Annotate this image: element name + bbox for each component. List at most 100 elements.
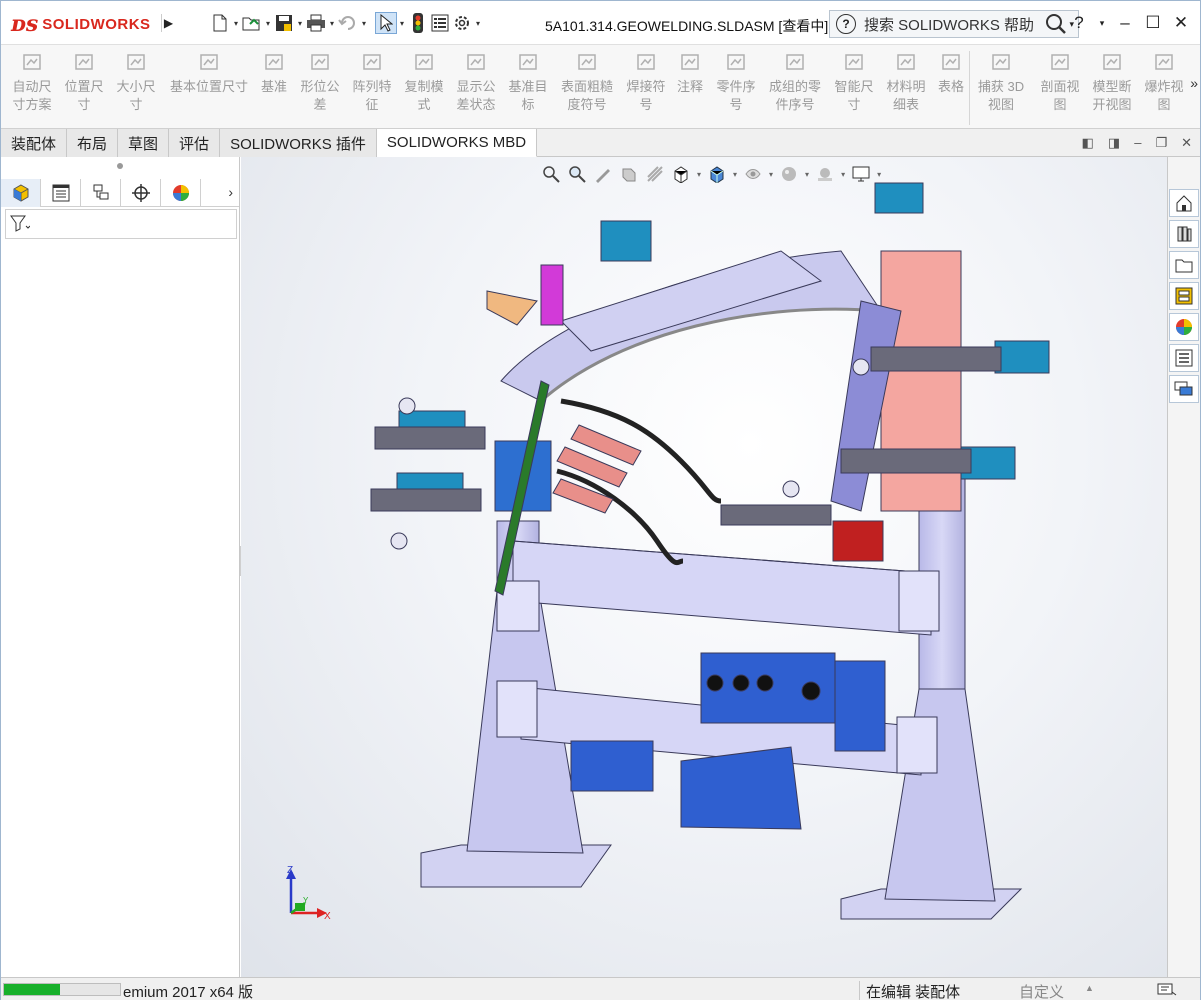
solidworks-logo[interactable]: ᴅs SOLIDWORKS [11, 8, 159, 40]
filter-icon[interactable] [10, 215, 30, 233]
tab-5[interactable]: SOLIDWORKS MBD [376, 129, 538, 157]
ribbon-section-view-button[interactable]: 剖面视图 [1037, 51, 1083, 114]
options-dropdown[interactable]: ▾ [473, 19, 483, 28]
help-dropdown[interactable]: ▾ [1098, 18, 1106, 29]
minimize-button[interactable]: – [1116, 13, 1134, 33]
property-manager-icon[interactable] [41, 179, 81, 207]
ribbon-auto-dimension-button[interactable]: 自动尺 寸方案 [9, 51, 55, 114]
size-dimension-icon [127, 54, 145, 70]
undo-icon[interactable] [337, 12, 359, 34]
graphics-area[interactable]: ▾ ▾ ▾ ▾ ▾ ▾ Z X Y [241, 157, 1167, 977]
ribbon-label-line1: 注释 [676, 79, 703, 94]
new-dropdown[interactable]: ▾ [231, 19, 241, 28]
next-doc-icon[interactable]: ◨ [1108, 135, 1120, 151]
search-input[interactable]: 搜索 SOLIDWORKS 帮助 [864, 14, 1043, 35]
undo-dropdown[interactable]: ▾ [359, 19, 369, 28]
ribbon-pattern-feature-button[interactable]: 阵列特征 [349, 51, 395, 114]
ribbon-bill-of-materials-button[interactable]: 材料明 细表 [883, 51, 929, 114]
unit-system[interactable]: 自定义 [1019, 981, 1064, 1000]
select-icon[interactable] [375, 12, 397, 34]
doc-restore-icon[interactable]: ❐ [1155, 135, 1167, 151]
triad-z-label: Z [287, 865, 293, 876]
valve-box-right[interactable] [680, 746, 802, 830]
ribbon-copy-scheme-button[interactable]: 复制模式 [401, 51, 447, 114]
ribbon-geometric-tolerance-button[interactable]: 形位公差 [297, 51, 343, 114]
ribbon-label-line1: 阵列特 [352, 79, 392, 94]
open-icon[interactable] [241, 12, 263, 34]
status-bar: emium 2017 x64 版 在编辑 装配体 自定义 ▲ [1, 977, 1200, 1000]
progress-fill [4, 984, 60, 995]
tab-4[interactable]: SOLIDWORKS 插件 [220, 129, 377, 157]
ribbon-smart-dimension-button[interactable]: 智能尺寸 [831, 51, 877, 114]
menu-expand-arrow[interactable]: ▶ [161, 14, 175, 32]
valve-box-left[interactable] [570, 740, 654, 792]
clamp-arm-left-1[interactable] [374, 426, 486, 450]
dimxpert-manager-icon[interactable] [121, 179, 161, 207]
filter-box[interactable] [5, 209, 237, 239]
clamp-arm-right-2[interactable] [840, 448, 972, 474]
feature-manager-icon[interactable] [1, 179, 41, 207]
ribbon-location-dimension-button[interactable]: 位置尺寸 [61, 51, 107, 114]
assembly-model[interactable]: Z X Y [241, 157, 1167, 977]
search-icon[interactable] [1043, 11, 1069, 37]
open-dropdown[interactable]: ▾ [263, 19, 273, 28]
tab-0[interactable]: 装配体 [1, 129, 68, 157]
ribbon-size-dimension-button[interactable]: 大小尺寸 [113, 51, 159, 114]
ribbon-basic-location-dimension-button[interactable]: 基本位置尺寸 [165, 51, 253, 96]
save-icon[interactable] [273, 12, 295, 34]
home-icon[interactable] [1169, 189, 1199, 217]
select-dropdown[interactable]: ▾ [397, 19, 407, 28]
clamp-arm-right-1[interactable] [870, 346, 1002, 372]
quick-tips-icon[interactable] [1157, 981, 1177, 1000]
forum-icon[interactable] [1169, 375, 1199, 403]
ribbon-tolerance-status-button[interactable]: 显示公 差状态 [453, 51, 499, 114]
panel-grip[interactable] [117, 163, 123, 169]
ribbon-balloon-button[interactable]: 零件序号 [713, 51, 759, 114]
help-question-icon: ? [836, 14, 856, 34]
tab-2[interactable]: 草图 [118, 129, 170, 157]
tab-1[interactable]: 布局 [67, 129, 119, 157]
clamp-arm-left-2[interactable] [370, 488, 482, 512]
close-button[interactable]: ✕ [1172, 13, 1190, 33]
ribbon-datum-button[interactable]: 基准 [259, 51, 289, 96]
new-icon[interactable] [209, 12, 231, 34]
doc-close-icon[interactable]: ✕ [1181, 135, 1192, 151]
unit-dropdown[interactable]: ▲ [1085, 983, 1094, 993]
cylinder-top-left[interactable] [600, 220, 652, 262]
ribbon-weld-symbol-button[interactable]: 焊接符号 [623, 51, 669, 114]
design-library-icon[interactable] [1169, 220, 1199, 248]
help-search-box[interactable]: ? 搜索 SOLIDWORKS 帮助 ▾ [829, 10, 1079, 38]
display-manager-icon[interactable] [161, 179, 201, 207]
solidworks-window: ᴅs SOLIDWORKS ▶ ▾ ▾ ▾ ▾ ▾ ▾ ▾ 5A101.314.… [0, 0, 1201, 1000]
ribbon-model-break-view-button[interactable]: 模型断 开视图 [1089, 51, 1135, 114]
help-button[interactable]: ? [1070, 13, 1088, 33]
file-properties-icon[interactable] [429, 12, 451, 34]
clamp-arm-mid-right[interactable] [720, 504, 832, 526]
ribbon-stacked-balloon-button[interactable]: 成组的零 件序号 [765, 51, 825, 114]
print-dropdown[interactable]: ▾ [327, 19, 337, 28]
ribbon-label-line1: 成组的零 [768, 79, 821, 94]
ribbon-table-button[interactable]: 表格 [935, 51, 967, 96]
cylinder-right-1[interactable] [994, 340, 1050, 374]
ribbon-note-button[interactable]: 注释 [675, 51, 705, 96]
appearances-icon[interactable] [1169, 313, 1199, 341]
file-explorer-icon[interactable] [1169, 251, 1199, 279]
ribbon-surface-finish-button[interactable]: 表面粗糙 度符号 [557, 51, 617, 114]
manager-tabs-scroll[interactable]: › [228, 184, 233, 200]
prev-doc-icon[interactable]: ◧ [1082, 135, 1094, 151]
doc-minimize-icon[interactable]: – [1134, 135, 1141, 151]
custom-properties-icon[interactable] [1169, 344, 1199, 372]
ribbon-capture-3d-view-button[interactable]: 捕获 3D 视图 [975, 51, 1027, 114]
configuration-manager-icon[interactable] [81, 179, 121, 207]
print-icon[interactable] [305, 12, 327, 34]
ribbon-exploded-view-button[interactable]: 爆炸视图 [1141, 51, 1187, 114]
rebuild-icon[interactable] [407, 12, 429, 34]
tab-3[interactable]: 评估 [169, 129, 221, 157]
maximize-button[interactable]: ☐ [1144, 13, 1162, 33]
save-dropdown[interactable]: ▾ [295, 19, 305, 28]
options-icon[interactable] [451, 12, 473, 34]
ribbon-more-button[interactable]: » [1190, 75, 1198, 91]
ribbon-datum-target-button[interactable]: 基准目标 [505, 51, 551, 114]
cylinder-top-right[interactable] [874, 182, 924, 214]
view-palette-icon[interactable] [1169, 282, 1199, 310]
